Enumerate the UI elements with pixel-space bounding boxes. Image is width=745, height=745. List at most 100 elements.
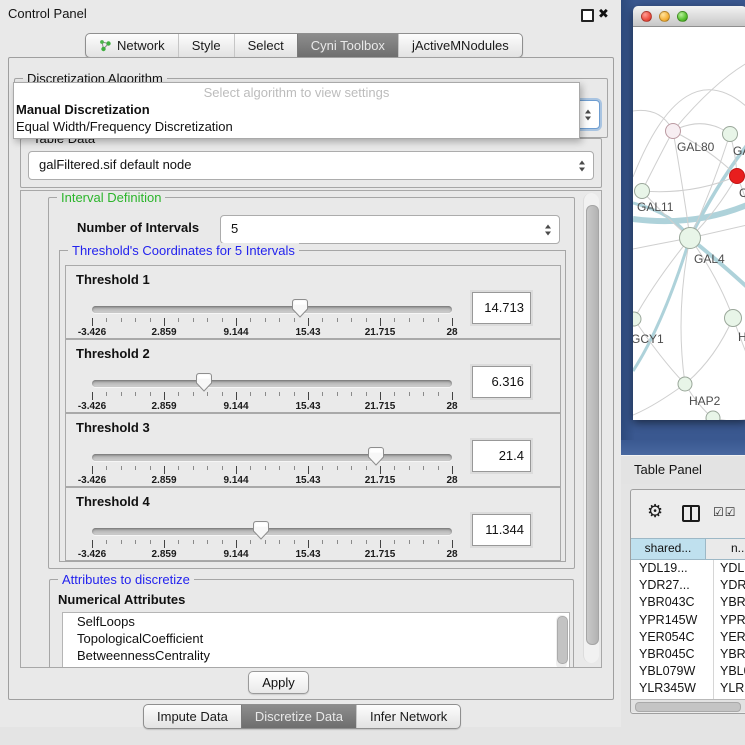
slider-tick (193, 466, 194, 470)
network-edge[interactable] (673, 124, 730, 134)
tab-style[interactable]: Style (178, 34, 234, 57)
dropdown-item-manual-discretization[interactable]: Manual Discretization (14, 101, 579, 118)
tab-discretize-data[interactable]: Discretize Data (241, 705, 356, 728)
slider-tick (351, 466, 352, 470)
slider-tick (337, 466, 338, 470)
threshold-value-field[interactable]: 14.713 (472, 292, 531, 324)
slider-tick (222, 318, 223, 322)
table-row[interactable]: YDR27...YDR2 (631, 577, 745, 594)
table-row[interactable]: YBL079WYBL0 (631, 663, 745, 680)
slider-track[interactable] (92, 380, 452, 387)
tab-jactivemnodules[interactable]: jActiveMNodules (398, 34, 522, 57)
slider-tick (337, 392, 338, 396)
control-panel-tabs: NetworkStyle Select Cyni ToolboxjActiveMNo… (85, 33, 523, 58)
network-edge[interactable] (690, 238, 733, 318)
attribute-item-topologicalcoefficient[interactable]: TopologicalCoefficient (63, 630, 569, 647)
slider-tick (250, 540, 251, 544)
slider-tick (193, 392, 194, 396)
slider-tick (193, 318, 194, 322)
slider-track[interactable] (92, 528, 452, 535)
numerical-attributes-list[interactable]: SelfLoopsTopologicalCoefficientBetweenne… (62, 612, 570, 668)
minimize-traffic-light-icon[interactable] (659, 11, 670, 22)
close-traffic-light-icon[interactable] (641, 11, 652, 22)
table-hscrollbar-thumb[interactable] (635, 702, 741, 712)
table-row[interactable]: YLR345WYLR3 (631, 680, 745, 697)
table-hscrollbar (631, 699, 745, 712)
network-node-ga[interactable] (723, 127, 738, 142)
table-row[interactable]: YBR043CYBR0 (631, 594, 745, 611)
threshold-value-field[interactable]: 21.4 (472, 440, 531, 472)
gear-icon[interactable]: ⚙︎ (647, 502, 663, 520)
network-node-h[interactable] (725, 310, 742, 327)
slider-tick (322, 318, 323, 322)
dropdown-item-equal-width-frequency-discretization[interactable]: Equal Width/Frequency Discretization (14, 118, 579, 135)
combobox-stepper-icon (545, 224, 551, 235)
number-of-intervals-combobox[interactable]: 5 (220, 215, 560, 244)
dropdown-placeholder-item[interactable]: Select algorithm to view settings (14, 83, 579, 101)
table-data-combobox-value: galFiltered.sif default node (29, 152, 593, 177)
network-node-gcy1[interactable] (633, 312, 641, 326)
network-node[interactable] (706, 411, 720, 420)
network-node-c[interactable] (730, 169, 745, 184)
tab-network[interactable]: Network (86, 34, 178, 57)
slider-tick (394, 392, 395, 396)
number-of-intervals-label: Number of Intervals (77, 220, 199, 235)
slider-handle[interactable] (195, 373, 212, 392)
table-row[interactable]: YDL19...YDL1 (631, 560, 745, 577)
slider-tick (178, 318, 179, 322)
network-edge[interactable] (633, 384, 685, 415)
table-data-combobox[interactable]: galFiltered.sif default node (28, 151, 594, 180)
slider-tick (452, 540, 453, 548)
network-node-gal4[interactable] (680, 228, 701, 249)
table-cell-name: YDR2 (713, 577, 745, 594)
tab-select[interactable]: Select (234, 34, 297, 57)
network-edge[interactable] (642, 131, 673, 191)
slider-handle[interactable] (253, 521, 270, 540)
attribute-item-betweennesscentrality[interactable]: BetweennessCentrality (63, 647, 569, 664)
network-edge[interactable] (685, 318, 733, 384)
slider-tick (322, 392, 323, 396)
slider-tick (236, 392, 237, 400)
slider-tick (351, 540, 352, 544)
float-window-icon[interactable] (581, 9, 594, 22)
tab-cyni-toolbox[interactable]: Cyni Toolbox (297, 34, 398, 57)
network-node-hap2[interactable] (678, 377, 692, 391)
slider-handle[interactable] (368, 447, 385, 466)
threshold-value-field[interactable]: 11.344 (472, 514, 531, 546)
table-row[interactable]: YPR145WYPR1 (631, 612, 745, 629)
table-row[interactable]: YBR045CYBR0 (631, 646, 745, 663)
slider-tick (265, 540, 266, 544)
tab-impute-data[interactable]: Impute Data (144, 705, 241, 728)
list-scrollbar-thumb[interactable] (557, 616, 568, 664)
tab-infer-network[interactable]: Infer Network (356, 705, 460, 728)
attribute-item-selfloops[interactable]: SelfLoops (63, 613, 569, 630)
column-header-name[interactable]: n... (706, 539, 745, 559)
apply-button[interactable]: Apply (248, 671, 309, 694)
close-icon[interactable]: ✖ (598, 5, 609, 23)
column-header-shared-name[interactable]: shared... (631, 539, 706, 559)
slider-tick (337, 540, 338, 544)
zoom-traffic-light-icon[interactable] (677, 11, 688, 22)
slider-tick (452, 392, 453, 400)
threshold-value-field[interactable]: 6.316 (472, 366, 531, 398)
network-canvas[interactable]: GAL80GACGAL11GAL4GCY1HHAP2 (633, 27, 745, 420)
table-cell-name: YLR3 (713, 680, 745, 697)
tab-label: Select (248, 34, 284, 57)
network-edge[interactable] (634, 319, 685, 384)
slider-track[interactable] (92, 454, 452, 461)
network-node-label: HAP2 (689, 394, 721, 408)
table-cell-name: YER0 (713, 629, 745, 646)
table-panel-window: ⚙︎ ☑☑ shared... n... YDL19...YDL1YDR27..… (630, 489, 745, 714)
slider-tick (121, 392, 122, 396)
column-browser-icon[interactable] (682, 505, 700, 522)
network-node-gal80[interactable] (666, 124, 681, 139)
slider-tick (423, 466, 424, 470)
slider-tick (207, 318, 208, 322)
checkbox-columns-icon[interactable]: ☑☑ (713, 505, 737, 519)
panel-scrollbar-thumb[interactable] (586, 205, 599, 645)
network-node-gal11[interactable] (635, 184, 650, 199)
slider-tick (438, 540, 439, 544)
slider-track[interactable] (92, 306, 452, 313)
table-row[interactable]: YER054CYER0 (631, 629, 745, 646)
slider-handle[interactable] (291, 299, 308, 318)
